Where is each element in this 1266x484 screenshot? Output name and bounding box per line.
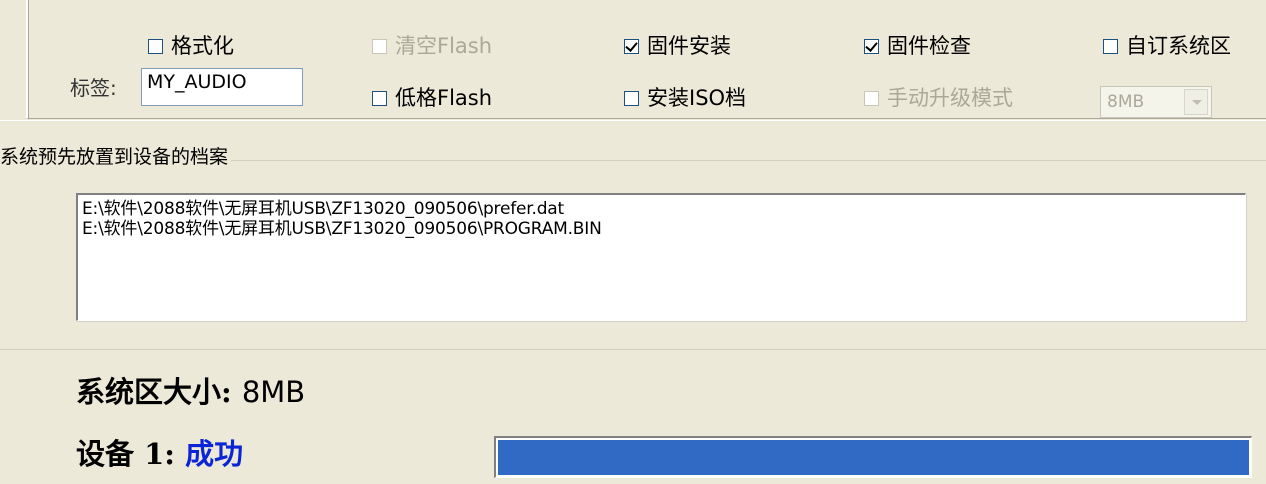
- device-label: 设备 1:: [76, 437, 175, 471]
- install-iso-checkbox-label: 安装ISO档: [647, 86, 747, 110]
- device-progress-bar: [494, 436, 1252, 478]
- clear-flash-checkbox-box[interactable]: [372, 39, 387, 54]
- clear-flash-checkbox[interactable]: 清空Flash: [372, 36, 492, 57]
- firmware-install-checkbox[interactable]: 固件安装: [624, 36, 731, 57]
- volume-label-input[interactable]: MY_AUDIO: [141, 68, 303, 106]
- custom-system-area-checkbox[interactable]: 自订系统区: [1103, 36, 1231, 57]
- device-status-text: 成功: [185, 437, 244, 471]
- install-iso-checkbox[interactable]: 安装ISO档: [624, 88, 746, 109]
- list-item[interactable]: E:\软件\2088软件\无屏耳机USB\ZF13020_090506\PROG…: [82, 219, 1245, 239]
- preload-files-list[interactable]: E:\软件\2088软件\无屏耳机USB\ZF13020_090506\pref…: [76, 193, 1246, 321]
- firmware-install-checkbox-label: 固件安装: [647, 34, 731, 58]
- format-checkbox[interactable]: 格式化: [148, 36, 234, 57]
- device-status: 设备 1: 成功: [76, 440, 243, 469]
- install-iso-checkbox-box[interactable]: [624, 91, 639, 106]
- clear-flash-checkbox-label: 清空Flash: [395, 34, 493, 58]
- volume-label-caption: 标签:: [70, 76, 117, 100]
- lowlevel-flash-checkbox-label: 低格Flash: [395, 86, 493, 110]
- system-area-size-value: 8MB: [241, 375, 306, 409]
- system-area-size-label: 系统区大小:: [76, 375, 232, 409]
- list-item[interactable]: E:\软件\2088软件\无屏耳机USB\ZF13020_090506\pref…: [82, 199, 1245, 219]
- custom-system-area-checkbox-label: 自订系统区: [1126, 34, 1231, 58]
- custom-system-area-checkbox-box[interactable]: [1103, 39, 1118, 54]
- firmware-check-checkbox-label: 固件检查: [887, 34, 971, 58]
- format-checkbox-box[interactable]: [148, 39, 163, 54]
- format-checkbox-label: 格式化: [171, 34, 234, 58]
- panel-divider: [0, 120, 1266, 121]
- manual-upgrade-checkbox-label: 手动升级模式: [887, 86, 1013, 110]
- firmware-install-checkbox-box[interactable]: [624, 39, 639, 54]
- manual-upgrade-checkbox-box[interactable]: [864, 91, 879, 106]
- lowlevel-flash-checkbox[interactable]: 低格Flash: [372, 88, 492, 109]
- firmware-check-checkbox-box[interactable]: [864, 39, 879, 54]
- preload-files-group-title: 系统预先放置到设备的档案: [0, 146, 232, 169]
- lowlevel-flash-checkbox-box[interactable]: [372, 91, 387, 106]
- chevron-down-icon[interactable]: [1184, 89, 1208, 115]
- firmware-check-checkbox[interactable]: 固件检查: [864, 36, 971, 57]
- manual-upgrade-checkbox[interactable]: 手动升级模式: [864, 88, 1013, 109]
- device-progress-fill: [498, 440, 1249, 475]
- system-area-size: 系统区大小: 8MB: [76, 378, 305, 407]
- system-size-select[interactable]: 8MB: [1100, 86, 1212, 118]
- system-size-select-value: 8MB: [1107, 92, 1145, 112]
